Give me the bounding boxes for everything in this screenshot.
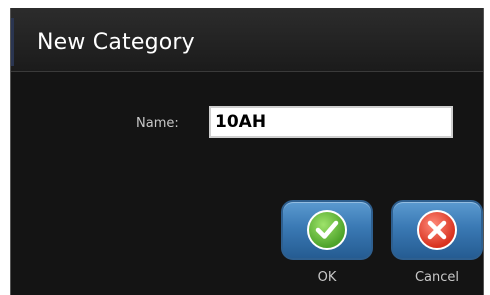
ok-button-label: OK — [317, 270, 337, 285]
name-input[interactable] — [209, 106, 453, 138]
dialog-title: New Category — [37, 30, 195, 55]
dialog-body: Name: OK Cancel — [11, 72, 483, 295]
title-accent — [11, 18, 14, 66]
name-label: Name: — [136, 116, 179, 131]
ok-button[interactable] — [281, 200, 373, 260]
cancel-button[interactable] — [391, 200, 483, 260]
checkmark-icon — [307, 210, 347, 250]
new-category-dialog: New Category Name: OK Cancel — [10, 8, 484, 295]
title-bar: New Category — [11, 8, 483, 72]
close-icon — [417, 210, 457, 250]
cancel-button-label: Cancel — [414, 270, 460, 285]
